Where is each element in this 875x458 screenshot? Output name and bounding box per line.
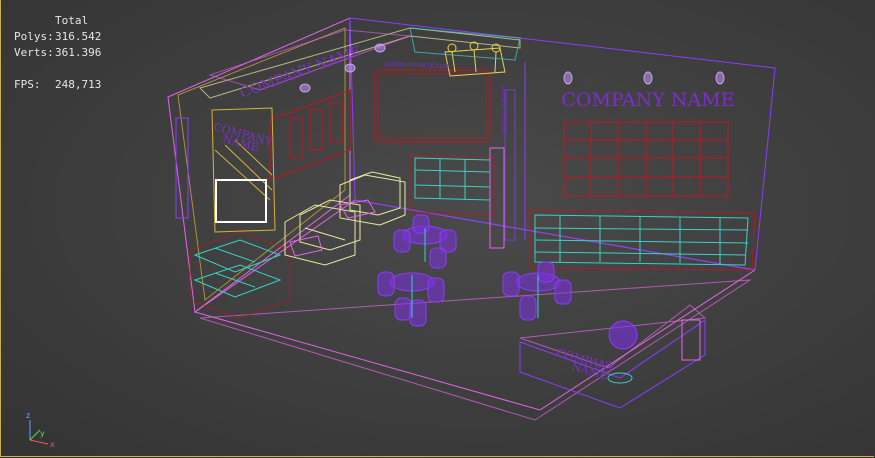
side-banner-text: LOREM IPSUM (500, 85, 508, 134)
left-wall-frame (215, 179, 267, 223)
back-display-shelf (534, 214, 749, 266)
left-shelf-unit (193, 239, 282, 298)
back-wall-grid (563, 121, 729, 197)
booth-floor (193, 199, 757, 411)
axis-z-label: z (26, 411, 30, 420)
left-wall-company-name: COMPANY NAME (238, 43, 363, 102)
back-wall-company-name: COMPANY NAME (561, 89, 734, 111)
axis-y-label: y (40, 429, 45, 438)
vertical-banner (489, 147, 505, 249)
banner-text: LOREM IPSUM DOLOR (384, 61, 449, 70)
ceiling-lights (444, 41, 506, 77)
axis-gizmo: z x y (26, 411, 55, 449)
wireframe-viewport-scene[interactable]: COMPANY NAME COMPANY NAME COMPANY NAME L… (0, 0, 875, 458)
back-wall-screen (373, 69, 491, 143)
bar-stool (608, 320, 638, 350)
spotlights (299, 43, 725, 93)
table-group-2 (377, 271, 445, 327)
table-group-3 (502, 261, 572, 321)
axis-x-label: x (50, 440, 55, 449)
center-shelf-unit (414, 157, 491, 201)
